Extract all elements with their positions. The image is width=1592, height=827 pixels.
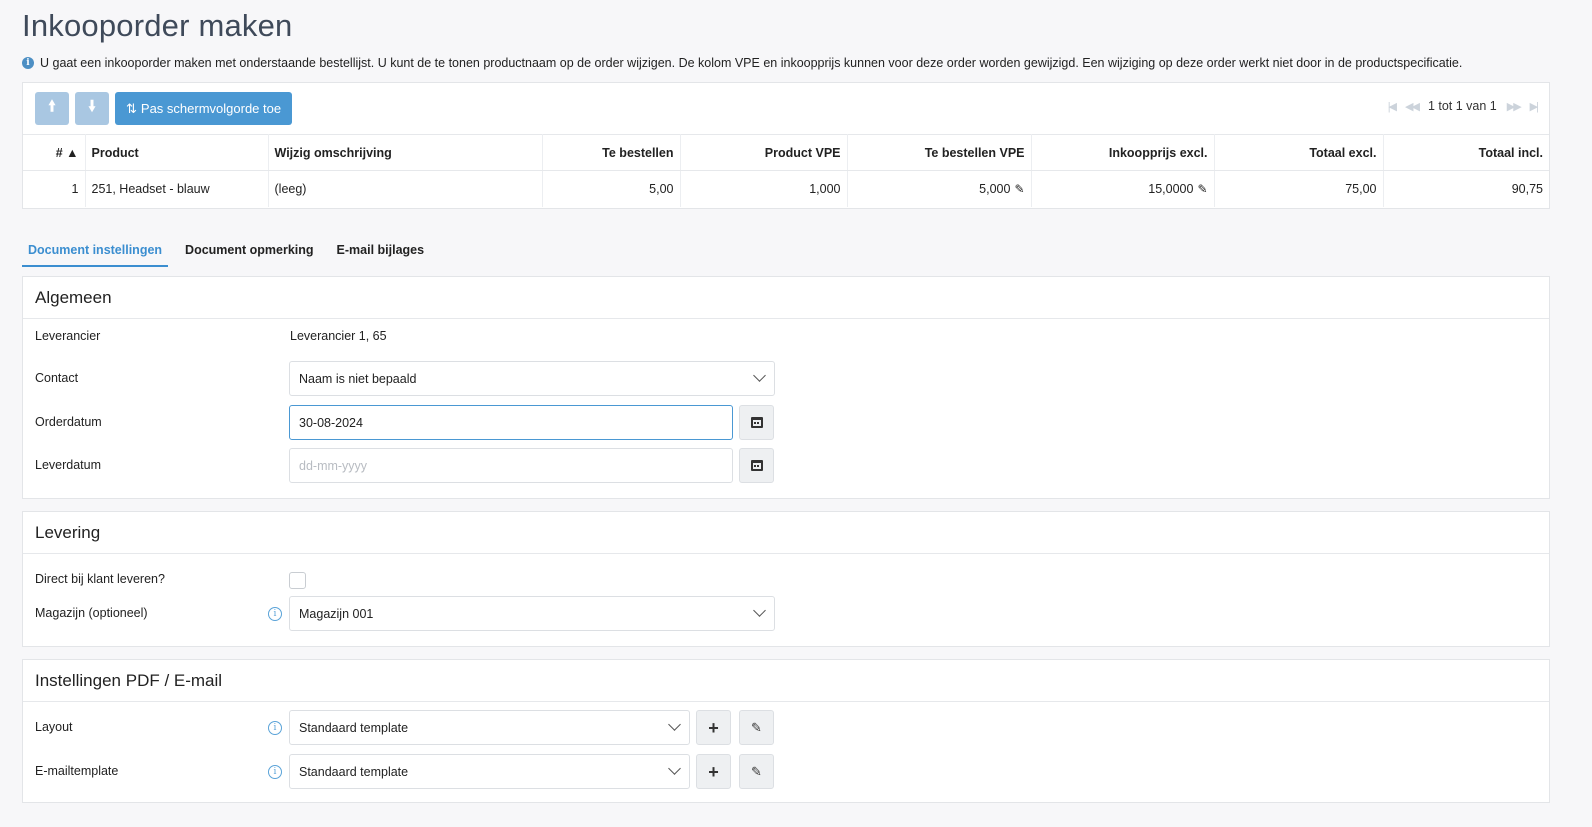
- cell-order-qty: 5,00: [542, 170, 681, 207]
- add-email-template-button[interactable]: +: [696, 754, 731, 789]
- chevron-down-icon: [668, 762, 681, 775]
- edit-pencil-icon[interactable]: ✎: [1014, 182, 1024, 196]
- delivery-section: Levering Direct bij klant leveren? Magaz…: [22, 511, 1550, 647]
- order-toolbar: 🠙 🠛 ⇅ Pas schermvolgorde toe: [35, 92, 293, 125]
- orderdate-label: Orderdatum: [35, 415, 102, 429]
- col-product-vpe-header[interactable]: Product VPE: [680, 134, 848, 171]
- layout-select[interactable]: Standaard template: [289, 710, 690, 745]
- general-heading: Algemeen: [23, 277, 1549, 319]
- deliverydate-label: Leverdatum: [35, 458, 102, 472]
- cell-desc[interactable]: (leeg): [268, 170, 543, 207]
- delivery-heading: Levering: [23, 512, 1549, 554]
- tab-document-settings[interactable]: Document instellingen: [22, 236, 169, 267]
- contact-select-value: Naam is niet bepaald: [299, 371, 417, 386]
- chevron-down-icon: [753, 369, 766, 382]
- col-product-header[interactable]: Product: [85, 134, 269, 171]
- info-circle-icon[interactable]: i: [268, 765, 282, 779]
- cell-num: 1: [23, 170, 86, 207]
- tab-email-attachments[interactable]: E-mail bijlages: [331, 236, 431, 267]
- order-lines-table: # ▲ Product Wijzig omschrijving Te beste…: [23, 134, 1549, 207]
- col-order-vpe-header[interactable]: Te bestellen VPE: [847, 134, 1032, 171]
- direct-delivery-label: Direct bij klant leveren?: [35, 572, 165, 586]
- col-desc-header[interactable]: Wijzig omschrijving: [268, 134, 543, 171]
- orderdate-input[interactable]: 30-08-2024: [289, 405, 733, 440]
- pdf-email-heading: Instellingen PDF / E-mail: [23, 660, 1549, 702]
- col-price-header[interactable]: Inkoopprijs excl.: [1031, 134, 1215, 171]
- edit-layout-button[interactable]: ✎: [739, 710, 774, 745]
- plus-icon: +: [708, 761, 719, 782]
- arrow-up-icon: 🠙: [48, 98, 56, 115]
- table-row: 1 251, Headset - blauw (leeg) 5,00 1,000…: [23, 170, 1549, 207]
- info-message: i U gaat een inkooporder maken met onder…: [22, 56, 1462, 70]
- direct-delivery-checkbox[interactable]: [289, 572, 306, 589]
- order-vpe-value: 5,000: [979, 181, 1011, 196]
- move-down-button[interactable]: 🠛: [75, 92, 109, 125]
- document-tabs: Document instellingen Document opmerking…: [22, 236, 441, 267]
- edit-email-template-button[interactable]: ✎: [739, 754, 774, 789]
- cell-product: 251, Headset - blauw: [85, 170, 269, 207]
- cell-total-incl: 90,75: [1511, 181, 1543, 196]
- deliverydate-placeholder: dd-mm-yyyy: [299, 458, 368, 473]
- page-title: Inkooporder maken: [22, 8, 293, 43]
- supplier-label: Leverancier: [35, 329, 101, 343]
- order-lines-panel: 🠙 🠛 ⇅ Pas schermvolgorde toe |◀ ◀◀ 1 tot…: [22, 82, 1550, 209]
- calendar-icon: [750, 460, 763, 471]
- pager-text: 1 tot 1 van 1: [1427, 99, 1497, 113]
- plus-icon: +: [708, 717, 719, 738]
- next-page-icon[interactable]: ▶▶: [1507, 100, 1522, 113]
- deliverydate-input[interactable]: dd-mm-yyyy: [289, 448, 733, 483]
- calendar-icon: [750, 417, 763, 428]
- layout-label: Layout: [35, 720, 73, 734]
- col-num-header[interactable]: # ▲: [23, 134, 86, 171]
- warehouse-select-value: Magazijn 001: [299, 606, 374, 621]
- cell-price[interactable]: 15,0000 ✎: [1031, 170, 1215, 207]
- edit-pencil-icon[interactable]: ✎: [1197, 182, 1207, 196]
- price-value: 15,0000: [1148, 181, 1194, 196]
- col-total-incl-header[interactable]: Totaal incl.: [1383, 134, 1549, 171]
- deliverydate-calendar-button[interactable]: [739, 448, 774, 483]
- contact-select[interactable]: Naam is niet bepaald: [289, 361, 775, 396]
- pager: |◀ ◀◀ 1 tot 1 van 1 ▶▶ ▶|: [1388, 99, 1539, 113]
- col-order-qty-header[interactable]: Te bestellen: [542, 134, 681, 171]
- email-template-label: E-mailtemplate: [35, 764, 119, 778]
- prev-page-icon[interactable]: ◀◀: [1405, 100, 1420, 113]
- cell-total-excl: 75,00: [1214, 170, 1384, 207]
- warehouse-label: Magazijn (optioneel): [35, 606, 148, 620]
- warehouse-select[interactable]: Magazijn 001: [289, 596, 775, 631]
- pdf-email-section: Instellingen PDF / E-mail Layout i Stand…: [22, 659, 1550, 803]
- email-template-select-value: Standaard template: [299, 764, 409, 779]
- general-section: Algemeen Leverancier Leverancier 1, 65 C…: [22, 276, 1550, 499]
- info-circle-icon[interactable]: i: [268, 721, 282, 735]
- chevron-down-icon: [668, 718, 681, 731]
- sort-icon: ⇅: [126, 100, 137, 116]
- cell-product-vpe: 1,000: [680, 170, 848, 207]
- orderdate-value: 30-08-2024: [299, 415, 363, 430]
- first-page-icon[interactable]: |◀: [1388, 100, 1397, 113]
- col-total-excl-header[interactable]: Totaal excl.: [1214, 134, 1384, 171]
- tab-document-remark[interactable]: Document opmerking: [179, 236, 320, 267]
- info-circle-icon[interactable]: i: [268, 607, 282, 621]
- page: Inkooporder maken i U gaat een inkoopord…: [0, 0, 1592, 827]
- cell-order-vpe[interactable]: 5,000 ✎: [847, 170, 1032, 207]
- apply-screen-order-label: Pas schermvolgorde toe: [140, 101, 282, 116]
- last-page-icon[interactable]: ▶|: [1530, 100, 1539, 113]
- edit-icon: ✎: [751, 763, 762, 779]
- info-icon: i: [22, 57, 34, 69]
- email-template-select[interactable]: Standaard template: [289, 754, 690, 789]
- supplier-value: Leverancier 1, 65: [290, 329, 387, 343]
- info-text: U gaat een inkooporder maken met onderst…: [40, 56, 1463, 70]
- table-header-row: # ▲ Product Wijzig omschrijving Te beste…: [23, 134, 1549, 171]
- orderdate-calendar-button[interactable]: [739, 405, 774, 440]
- move-up-button[interactable]: 🠙: [35, 92, 69, 125]
- chevron-down-icon: [753, 604, 766, 617]
- apply-screen-order-button[interactable]: ⇅ Pas schermvolgorde toe: [115, 92, 293, 125]
- add-layout-button[interactable]: +: [696, 710, 731, 745]
- arrow-down-icon: 🠛: [88, 98, 96, 115]
- contact-label: Contact: [35, 371, 79, 385]
- layout-select-value: Standaard template: [299, 720, 409, 735]
- edit-icon: ✎: [751, 719, 762, 735]
